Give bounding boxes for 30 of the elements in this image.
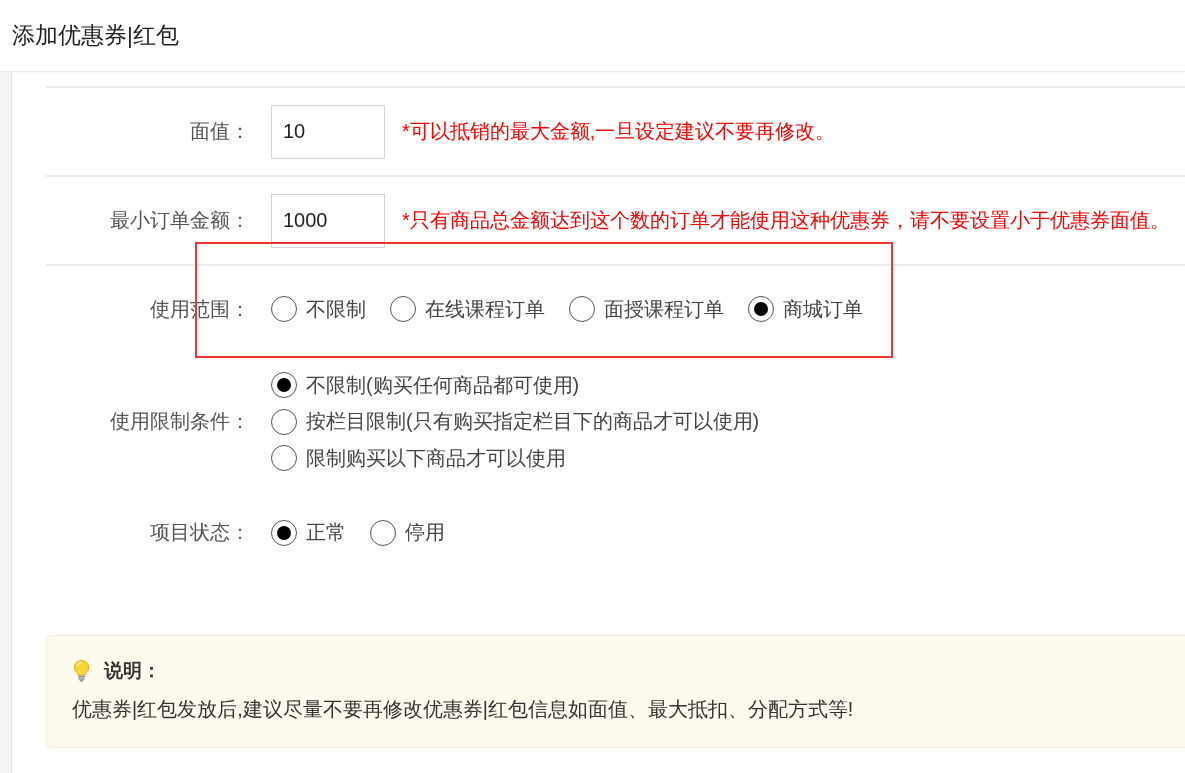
hint-text: *可以抵销的最大金额,一旦设定建议不要再修改。 — [402, 119, 836, 144]
radio-label[interactable]: 停用 — [405, 519, 445, 546]
radio-label[interactable]: 按栏目限制(只有购买指定栏目下的商品才可以使用) — [306, 408, 760, 436]
field-label: 最小订单金额： — [109, 208, 250, 233]
radio-button[interactable] — [569, 296, 595, 322]
radio-button[interactable] — [271, 519, 297, 546]
radio-button[interactable] — [271, 445, 297, 472]
radio-label[interactable]: 商城订单 — [783, 295, 863, 323]
radio-label[interactable]: 限制购买以下商品才可以使用 — [306, 444, 566, 472]
field-label: 项目状态： — [149, 520, 250, 545]
page-title: 添加优惠券|红包 — [12, 22, 179, 50]
radio-button[interactable] — [271, 372, 297, 399]
note-title: 说明： — [104, 659, 161, 683]
radio-button[interactable] — [390, 296, 416, 322]
field-label: 使用限制条件： — [109, 409, 250, 435]
radio-button[interactable] — [370, 519, 396, 546]
radio-label[interactable]: 在线课程订单 — [425, 295, 545, 323]
hint-text: *只有商品总金额达到这个数的订单才能使用这种优惠券，请不要设置小于优惠券面值。 — [402, 208, 1170, 233]
lightbulb-icon — [72, 659, 91, 682]
radio-label[interactable]: 不限制(购买任何商品都可使用) — [306, 371, 580, 399]
radio-button[interactable] — [271, 296, 297, 322]
radio-label[interactable]: 正常 — [306, 519, 346, 546]
radio-label[interactable]: 面授课程订单 — [604, 295, 724, 323]
input-field[interactable]: 10 — [271, 104, 385, 159]
note-text: 优惠券|红包发放后,建议尽量不要再修改优惠券|红包信息如面值、最大抵扣、分配方式等! — [72, 696, 855, 722]
radio-button[interactable] — [748, 296, 774, 322]
input-field[interactable]: 1000 — [271, 193, 385, 248]
field-label: 面值： — [189, 119, 250, 144]
radio-button[interactable] — [271, 408, 297, 435]
radio-label[interactable]: 不限制 — [306, 295, 366, 323]
